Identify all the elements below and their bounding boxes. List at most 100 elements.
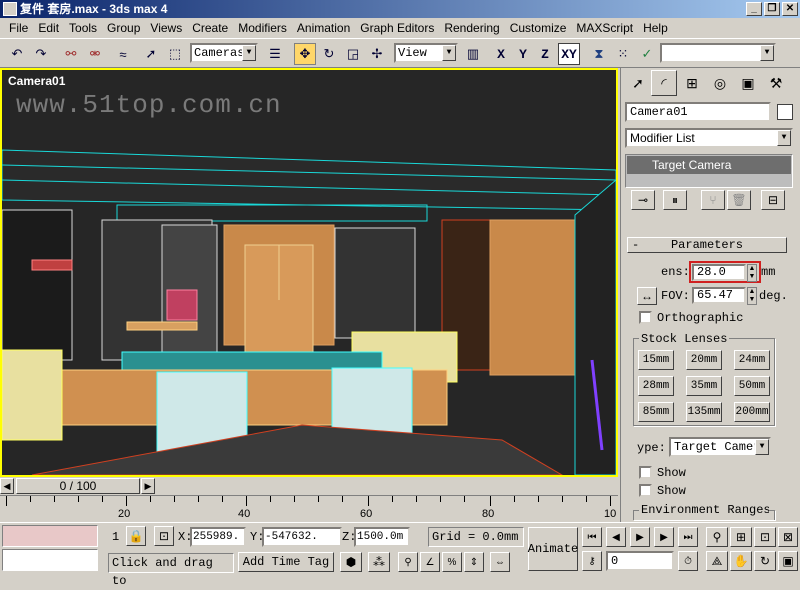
menu-maxscript[interactable]: MAXScript xyxy=(571,21,638,35)
dolly-icon[interactable]: ⇔ xyxy=(490,552,510,572)
z-coord-field[interactable]: 1500.0m xyxy=(354,527,410,547)
lens-24mm-button[interactable]: 24mm xyxy=(734,350,770,370)
utilities-tab-icon[interactable]: ⚒ xyxy=(763,70,789,96)
fov-direction-icon[interactable]: ↔ xyxy=(637,287,657,305)
show-cone-checkbox[interactable] xyxy=(639,466,652,479)
fov-spinner[interactable]: ▲ ▼ xyxy=(747,287,757,305)
select-object-icon[interactable]: ➚ xyxy=(140,43,162,65)
maximize-viewport-icon[interactable]: ▣ xyxy=(778,551,798,571)
menu-modifiers[interactable]: Modifiers xyxy=(233,21,292,35)
minimize-button[interactable]: _ xyxy=(746,2,762,16)
zoom-extents-all-icon[interactable]: ⊠ xyxy=(778,527,798,547)
y-coord-field[interactable]: -547632. xyxy=(262,527,342,547)
time-slider-thumb[interactable]: 0 / 100 xyxy=(16,478,140,494)
modify-tab-icon[interactable]: ◜ xyxy=(651,70,677,96)
degradation-override-icon[interactable]: ⁂ xyxy=(368,552,390,572)
lens-50mm-button[interactable]: 50mm xyxy=(734,376,770,396)
go-to-start-icon[interactable]: ⏮ xyxy=(582,527,602,547)
menu-graph-editors[interactable]: Graph Editors xyxy=(355,21,439,35)
next-frame-icon[interactable]: ▶ xyxy=(141,478,155,494)
current-frame-field[interactable]: 0 xyxy=(606,551,674,571)
play-icon[interactable]: ▶ xyxy=(630,527,650,547)
link-icon[interactable]: ⚯ xyxy=(60,43,82,65)
lens-field[interactable]: 28.0 xyxy=(692,264,746,281)
lock-selection-icon[interactable]: 🔒 xyxy=(126,526,146,546)
menu-group[interactable]: Group xyxy=(102,21,145,35)
x-coord-field[interactable]: 255989. xyxy=(190,527,246,547)
maxscript-listener-pink[interactable] xyxy=(2,525,98,547)
hierarchy-tab-icon[interactable]: ⊞ xyxy=(679,70,705,96)
parameters-rollout-header[interactable]: - Parameters xyxy=(627,237,787,253)
modifier-list-dropdown[interactable]: Modifier List ▼ xyxy=(625,128,793,148)
lens-85mm-button[interactable]: 85mm xyxy=(638,402,674,422)
axis-x-button[interactable]: X xyxy=(490,43,512,65)
fov-nav-icon[interactable]: ⟁ xyxy=(706,551,728,571)
lens-135mm-button[interactable]: 135mm xyxy=(686,402,722,422)
zoom-extents-icon[interactable]: ⊡ xyxy=(754,527,776,547)
add-time-tag-button[interactable]: Add Time Tag xyxy=(238,552,334,572)
unlink-icon[interactable]: ⚮ xyxy=(84,43,106,65)
named-selection-combo[interactable]: ▼ xyxy=(660,43,776,63)
object-name-field[interactable]: Camera01 xyxy=(625,102,771,122)
show-horizon-checkbox[interactable] xyxy=(639,484,652,497)
select-scale-icon[interactable]: ◲ xyxy=(342,43,364,65)
window-crossing-icon[interactable]: ⬢ xyxy=(340,552,362,572)
spinner-snap-icon[interactable]: ⇕ xyxy=(464,552,484,572)
menu-animation[interactable]: Animation xyxy=(292,21,355,35)
display-tab-icon[interactable]: ▣ xyxy=(735,70,761,96)
lens-15mm-button[interactable]: 15mm xyxy=(638,350,674,370)
orbit-icon[interactable]: ↻ xyxy=(754,551,776,571)
menu-rendering[interactable]: Rendering xyxy=(439,21,504,35)
show-end-result-icon[interactable]: ⏸ xyxy=(663,190,687,210)
lens-35mm-button[interactable]: 35mm xyxy=(686,376,722,396)
menu-views[interactable]: Views xyxy=(145,21,187,35)
select-move-icon[interactable]: ✥ xyxy=(294,43,316,65)
fov-field[interactable]: 65.47 xyxy=(692,287,746,304)
key-mode-icon[interactable]: ⚷ xyxy=(582,551,602,571)
bind-space-warp-icon[interactable]: ≈ xyxy=(112,43,134,65)
motion-tab-icon[interactable]: ◎ xyxy=(707,70,733,96)
menu-customize[interactable]: Customize xyxy=(505,21,572,35)
pin-stack-icon[interactable]: ⊸ xyxy=(631,190,655,210)
configure-sets-icon[interactable]: ⊟ xyxy=(761,190,785,210)
menu-edit[interactable]: Edit xyxy=(33,21,64,35)
maxscript-listener-white[interactable] xyxy=(2,549,98,571)
axis-y-button[interactable]: Y xyxy=(512,43,534,65)
camera-type-dropdown[interactable]: Target Camer ▼ xyxy=(669,437,771,457)
create-tab-icon[interactable]: ➚ xyxy=(625,70,651,96)
angle-snap-icon[interactable]: ∠ xyxy=(420,552,440,572)
remove-modifier-icon[interactable]: 🗑 xyxy=(727,190,751,210)
prev-frame-icon[interactable]: ◀ xyxy=(0,478,14,494)
menu-file[interactable]: File xyxy=(4,21,33,35)
app-icon[interactable] xyxy=(3,2,17,16)
mirror-icon[interactable]: ⧗ xyxy=(588,43,610,65)
reference-coord-combo[interactable]: Cameras ▼ xyxy=(190,43,258,63)
object-color-swatch[interactable] xyxy=(777,104,793,120)
select-rotate-icon[interactable]: ↻ xyxy=(318,43,340,65)
previous-frame-icon[interactable]: ◀ xyxy=(606,527,626,547)
lens-spinner[interactable]: ▲ ▼ xyxy=(747,264,757,282)
view-coord-combo[interactable]: View ▼ xyxy=(394,43,458,63)
redo-icon[interactable]: ↷ xyxy=(30,43,52,65)
animate-button[interactable]: Animate xyxy=(528,527,578,571)
next-frame-button-icon[interactable]: ▶ xyxy=(654,527,674,547)
select-by-name-icon[interactable]: ☰ xyxy=(264,43,286,65)
percent-snap-icon[interactable]: % xyxy=(442,552,462,572)
lens-20mm-button[interactable]: 20mm xyxy=(686,350,722,370)
time-slider-track[interactable]: ◀ 0 / 100 ▶ xyxy=(0,477,618,495)
menu-help[interactable]: Help xyxy=(638,21,673,35)
manipulate-icon[interactable]: ✢ xyxy=(366,43,388,65)
menu-create[interactable]: Create xyxy=(187,21,233,35)
zoom-icon[interactable]: ⚲ xyxy=(706,527,728,547)
timeline-ruler[interactable]: 20 40 60 80 10 xyxy=(0,495,618,520)
axis-xy-button[interactable]: XY xyxy=(558,43,580,65)
restore-button[interactable]: ❐ xyxy=(764,2,780,16)
undo-icon[interactable]: ↶ xyxy=(6,43,28,65)
camera-viewport[interactable]: Camera01 www.51top.com.cn xyxy=(0,68,618,477)
snap-toggle-icon[interactable]: ⚲ xyxy=(398,552,418,572)
zoom-all-icon[interactable]: ⊞ xyxy=(730,527,752,547)
stack-item-target-camera[interactable]: Target Camera xyxy=(627,156,791,174)
menu-tools[interactable]: Tools xyxy=(64,21,102,35)
axis-z-button[interactable]: Z xyxy=(534,43,556,65)
orthographic-checkbox[interactable] xyxy=(639,311,652,324)
